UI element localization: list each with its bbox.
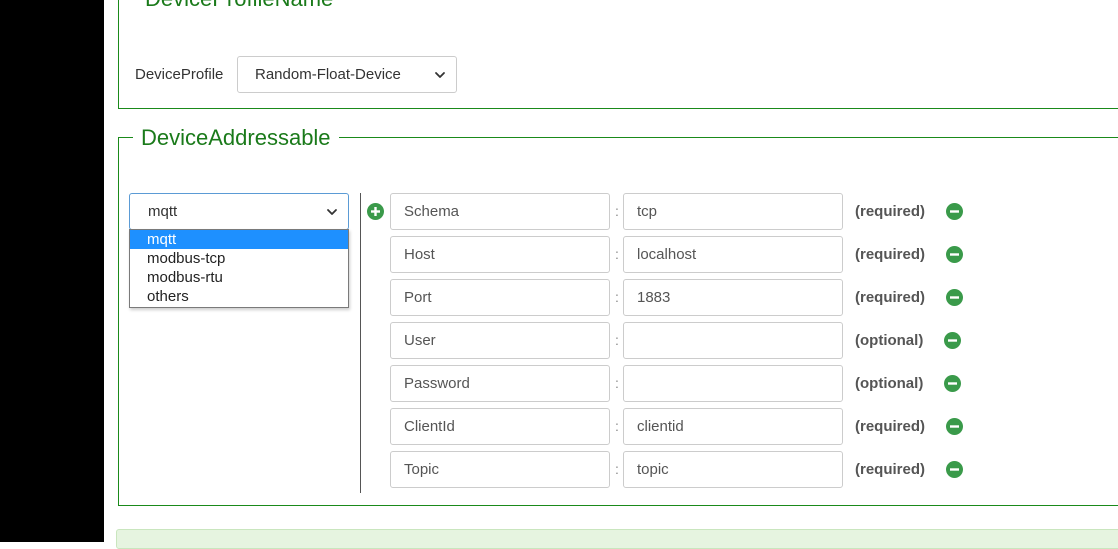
protocol-select[interactable]: mqtt [129,193,349,230]
value-input-password[interactable] [623,365,843,402]
minus-circle-icon[interactable] [944,375,961,392]
protocol-option-others[interactable]: others [130,287,348,306]
requirement-label: (required) [855,461,926,478]
key-value-separator: : [615,203,619,219]
left-black-strip [0,0,104,542]
key-input-host[interactable]: Host [390,236,610,273]
requirement-label: (required) [855,246,926,263]
value-input-user[interactable] [623,322,843,359]
device-profile-label: DeviceProfile [135,66,224,83]
key-value-separator: : [615,418,619,434]
next-section-panel [116,529,1118,549]
value-input-host[interactable]: localhost [623,236,843,273]
protocol-option-mqtt[interactable]: mqtt [130,230,348,249]
chevron-down-icon [435,72,445,78]
key-value-separator: : [615,289,619,305]
requirement-label: (required) [855,289,926,306]
key-value-separator: : [615,332,619,348]
key-value-separator: : [615,246,619,262]
requirement-label: (required) [855,418,926,435]
value-input-clientid[interactable]: clientid [623,408,843,445]
key-input-port[interactable]: Port [390,279,610,316]
protocol-dropdown-list: mqtt modbus-tcp modbus-rtu others [129,229,349,308]
protocol-option-modbus-tcp[interactable]: modbus-tcp [130,249,348,268]
value-input-port[interactable]: 1883 [623,279,843,316]
protocol-option-modbus-rtu[interactable]: modbus-rtu [130,268,348,287]
device-profile-legend: DeviceProfileName [141,0,338,12]
value-input-topic[interactable]: topic [623,451,843,488]
minus-circle-icon[interactable] [946,289,963,306]
requirement-label: (optional) [855,332,924,349]
chevron-down-icon [327,209,337,215]
key-input-topic[interactable]: Topic [390,451,610,488]
device-profile-select[interactable]: Random-Float-Device [237,56,457,93]
vertical-divider [360,193,361,493]
minus-circle-icon[interactable] [946,461,963,478]
key-input-schema[interactable]: Schema [390,193,610,230]
plus-circle-icon[interactable] [367,203,384,220]
minus-circle-icon[interactable] [944,332,961,349]
requirement-label: (required) [855,203,926,220]
minus-circle-icon[interactable] [946,246,963,263]
key-value-separator: : [615,461,619,477]
value-input-schema[interactable]: tcp [623,193,843,230]
requirement-label: (optional) [855,375,924,392]
device-profile-selected-value: Random-Float-Device [255,66,401,83]
key-value-separator: : [615,375,619,391]
key-input-clientid[interactable]: ClientId [390,408,610,445]
minus-circle-icon[interactable] [946,418,963,435]
key-input-user[interactable]: User [390,322,610,359]
key-input-password[interactable]: Password [390,365,610,402]
minus-circle-icon[interactable] [946,203,963,220]
device-addressable-legend: DeviceAddressable [133,125,339,151]
protocol-selected-value: mqtt [148,203,178,220]
